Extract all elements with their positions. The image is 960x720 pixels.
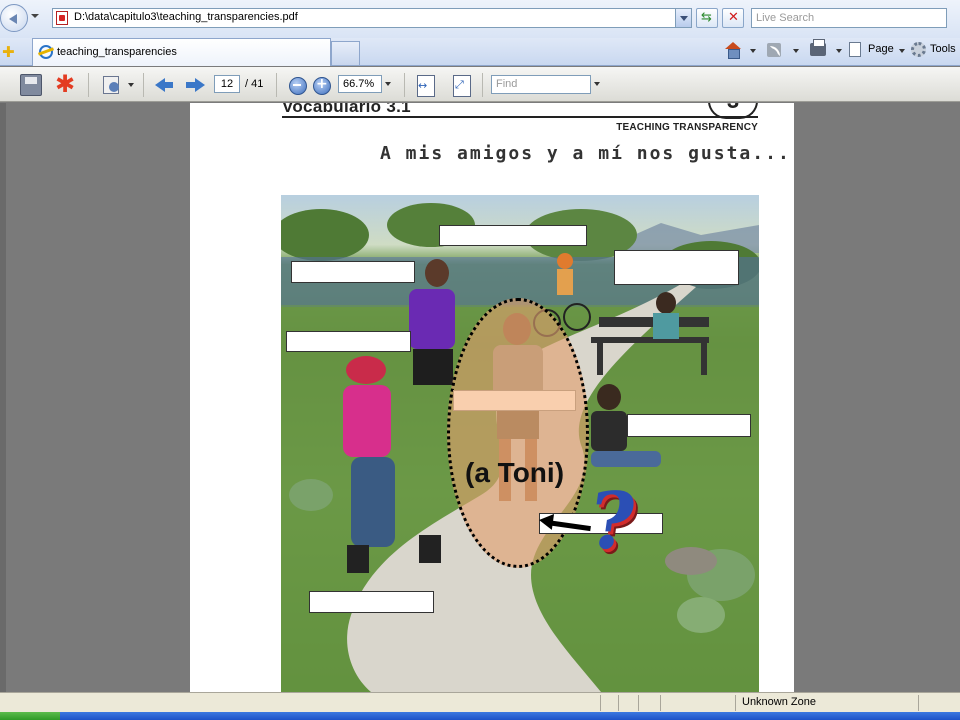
stop-button[interactable] bbox=[722, 8, 744, 28]
tab-title: teaching_transparencies bbox=[57, 46, 177, 58]
tab-bar: ✚ teaching_transparencies Page Tools bbox=[0, 38, 960, 66]
next-page-arrow-icon[interactable] bbox=[185, 74, 207, 96]
find-input[interactable]: Find bbox=[491, 75, 591, 94]
print-dropdown[interactable] bbox=[836, 49, 842, 53]
label-box[interactable] bbox=[627, 414, 751, 437]
taskbar bbox=[0, 712, 960, 720]
save-icon[interactable] bbox=[20, 74, 42, 96]
status-divider bbox=[618, 695, 619, 711]
zoom-input[interactable]: 66.7% bbox=[338, 75, 382, 93]
page-menu-dropdown[interactable] bbox=[899, 49, 905, 53]
back-button[interactable] bbox=[0, 4, 28, 32]
toolbar-separator bbox=[482, 73, 483, 97]
person-label: (a Toni) bbox=[465, 457, 565, 488]
label-box[interactable] bbox=[614, 250, 739, 285]
status-divider bbox=[660, 695, 661, 711]
transparency-label: TEACHING TRANSPARENCY bbox=[616, 122, 758, 133]
pdf-toolbar bbox=[0, 67, 960, 102]
print-icon[interactable] bbox=[810, 39, 826, 56]
pdf-file-icon bbox=[56, 11, 68, 25]
url-dropdown-button[interactable] bbox=[675, 9, 691, 27]
tab-teaching-transparencies[interactable]: teaching_transparencies bbox=[32, 38, 331, 66]
find-dropdown[interactable] bbox=[591, 75, 603, 93]
toolbar-separator bbox=[404, 73, 405, 97]
status-divider bbox=[600, 695, 601, 711]
arrow-left-icon bbox=[537, 512, 555, 530]
home-icon[interactable] bbox=[724, 42, 742, 59]
zoom-out-icon[interactable] bbox=[287, 74, 309, 96]
park-illustration: (a Toni) ? bbox=[281, 195, 759, 692]
status-bar bbox=[0, 692, 960, 712]
label-box[interactable] bbox=[309, 591, 434, 613]
page-total: / 41 bbox=[245, 78, 264, 90]
gear-icon[interactable] bbox=[911, 42, 926, 57]
search-input[interactable]: Live Search bbox=[751, 8, 947, 28]
ie-page-icon bbox=[39, 45, 53, 59]
section-title: Vocabulario 3.1 bbox=[282, 103, 411, 116]
favorites-star-icon[interactable]: ✚ bbox=[2, 43, 15, 61]
toolbar-separator bbox=[143, 73, 144, 97]
acrobat-star-icon[interactable] bbox=[55, 70, 77, 98]
page-menu-label[interactable]: Page bbox=[868, 43, 894, 55]
history-dropdown[interactable] bbox=[31, 14, 39, 18]
label-box[interactable] bbox=[286, 331, 411, 352]
feeds-icon[interactable] bbox=[767, 43, 781, 57]
tools-menu-label[interactable]: Tools bbox=[930, 43, 956, 55]
collaborate-icon[interactable] bbox=[100, 74, 122, 96]
toolbar-separator bbox=[276, 73, 277, 97]
fit-page-icon[interactable] bbox=[450, 74, 472, 97]
page-number-input[interactable]: 12 bbox=[214, 75, 240, 93]
zoom-in-icon[interactable] bbox=[311, 74, 333, 96]
new-tab-button[interactable] bbox=[331, 41, 360, 65]
title-rule bbox=[282, 116, 758, 118]
label-box[interactable] bbox=[291, 261, 415, 283]
collaborate-dropdown[interactable] bbox=[128, 83, 134, 87]
url-text: D:\data\capitulo3\teaching_transparencie… bbox=[74, 11, 298, 23]
previous-page-arrow-icon[interactable] bbox=[154, 74, 176, 96]
refresh-button[interactable] bbox=[696, 8, 718, 28]
feeds-dropdown[interactable] bbox=[793, 49, 799, 53]
toolbar-separator bbox=[88, 73, 89, 97]
status-divider bbox=[918, 695, 919, 711]
pdf-page: Vocabulario 3.1 3 TEACHING TRANSPARENCY … bbox=[190, 103, 794, 692]
navigation-panel-strip[interactable] bbox=[0, 103, 6, 692]
zoom-dropdown[interactable] bbox=[382, 75, 394, 93]
label-box-filled[interactable] bbox=[453, 390, 576, 411]
status-divider bbox=[735, 695, 736, 711]
url-field[interactable]: D:\data\capitulo3\teaching_transparencie… bbox=[52, 8, 692, 28]
security-zone-label: Unknown Zone bbox=[742, 696, 816, 708]
home-dropdown[interactable] bbox=[750, 49, 756, 53]
page-menu-icon[interactable] bbox=[849, 42, 861, 57]
fit-width-icon[interactable] bbox=[414, 74, 436, 97]
status-divider bbox=[638, 695, 639, 711]
address-bar: D:\data\capitulo3\teaching_transparencie… bbox=[0, 0, 960, 38]
label-box[interactable] bbox=[439, 225, 587, 246]
page-heading: A mis amigos y a mí nos gusta... bbox=[380, 143, 791, 164]
